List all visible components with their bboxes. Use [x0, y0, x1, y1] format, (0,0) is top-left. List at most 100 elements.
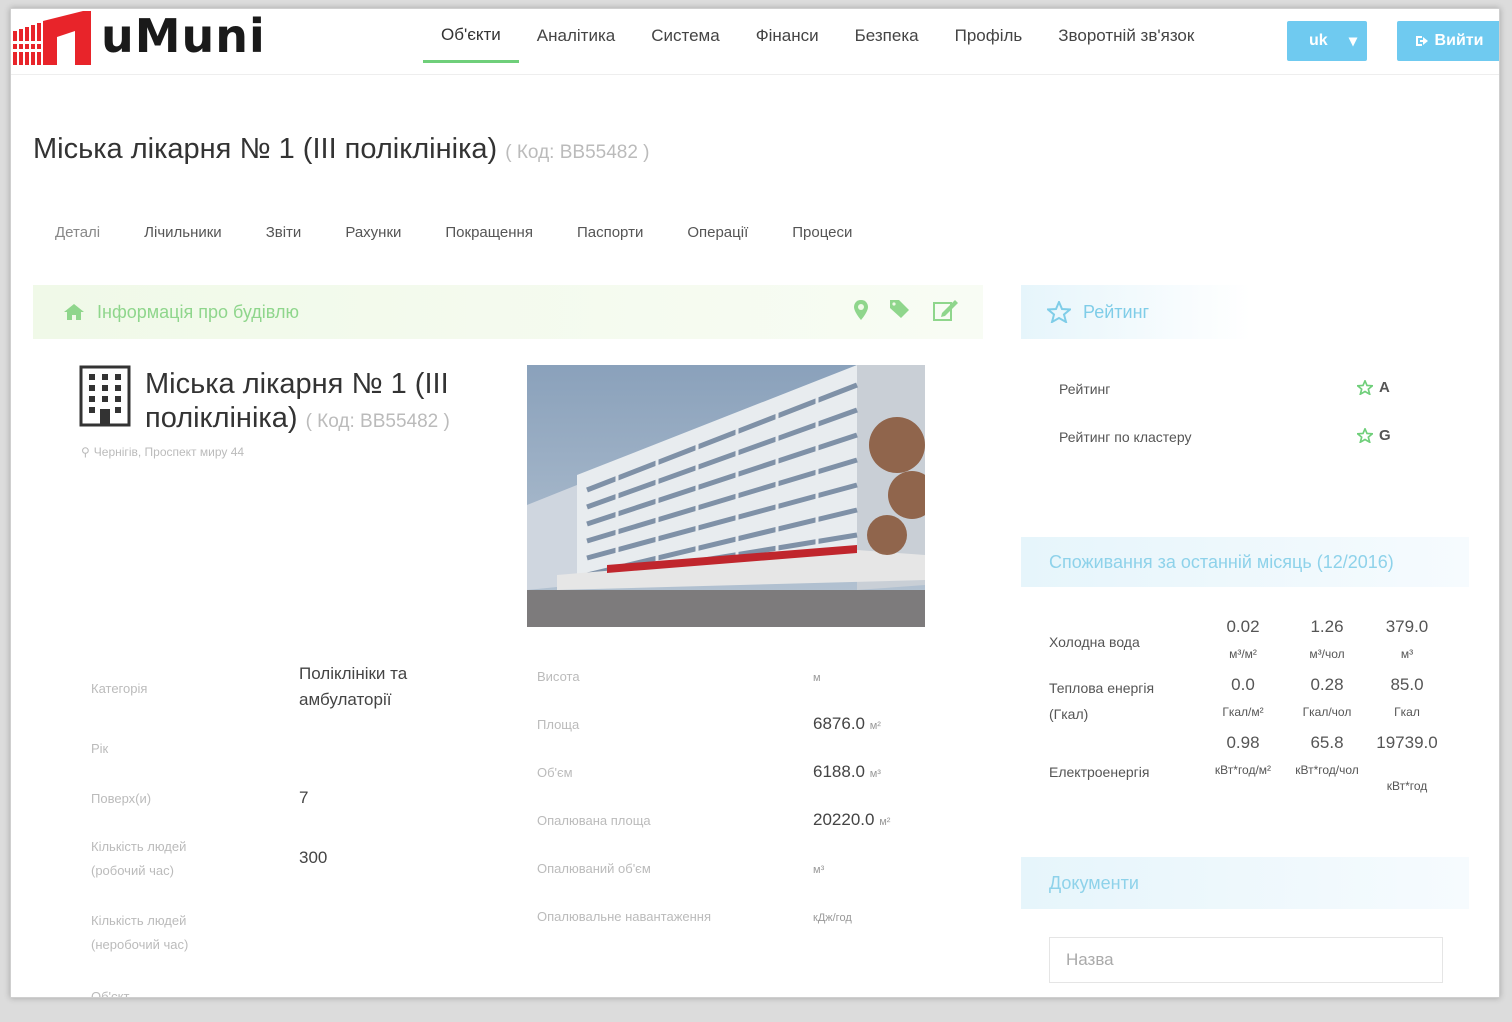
electricity-per-area: 0.98 кВт*год/м² — [1203, 729, 1283, 783]
language-label: uk — [1309, 32, 1328, 49]
rating-label: Рейтинг — [1059, 381, 1111, 397]
electricity-per-area-value: 0.98 — [1226, 733, 1260, 752]
rating-value-text: A — [1379, 379, 1390, 396]
brand-name: uMuni — [101, 9, 266, 63]
volume-value: 6188.0 — [813, 762, 865, 781]
detail-value-heated-volume: м³ — [813, 855, 824, 883]
consumption-label-electricity: Електроенергія — [1049, 764, 1150, 780]
building-name: Міська лікарня № 1 (ІІІ поліклініка) ( К… — [145, 367, 505, 439]
heated-area-value: 20220.0 — [813, 810, 875, 829]
page-title: Міська лікарня № 1 (ІІІ поліклініка) ( К… — [33, 133, 650, 166]
cold-water-per-area: 0.02 м³/м² — [1203, 613, 1283, 667]
documents-name-input[interactable] — [1049, 937, 1443, 983]
cluster-rating-value-text: G — [1379, 427, 1391, 444]
cold-water-total: 379.0 м³ — [1367, 613, 1447, 667]
cluster-rating-label: Рейтинг по кластеру — [1059, 429, 1192, 445]
heat-per-area-value: 0.0 — [1231, 675, 1255, 694]
heat-total-value: 85.0 — [1390, 675, 1424, 694]
language-dropdown[interactable]: uk ▾ — [1287, 21, 1367, 61]
page-title-text: Міська лікарня № 1 (ІІІ поліклініка) — [33, 133, 498, 165]
detail-value-floors: 7 — [299, 788, 309, 807]
tab-operations[interactable]: Операції — [665, 217, 770, 247]
cold-water-per-person-unit: м³/чол — [1309, 647, 1345, 661]
building-address-text: Чернігів, Проспект миру 44 — [93, 445, 245, 459]
heat-total-unit: Гкал — [1394, 705, 1420, 719]
heat-per-person-unit: Гкал/чол — [1302, 705, 1352, 719]
edit-icon[interactable] — [933, 299, 959, 321]
nav-item-system[interactable]: Система — [633, 9, 737, 63]
detail-label-volume: Об'єм — [537, 765, 573, 780]
documents-title: Документи — [1049, 872, 1139, 893]
caret-down-icon: ▾ — [1348, 33, 1357, 50]
consumption-label-heat: Теплова енергія (Гкал) — [1049, 680, 1155, 722]
tab-reports[interactable]: Звіти — [244, 217, 324, 247]
building-info-actions — [853, 299, 959, 321]
heating-load-unit: кДж/год — [813, 912, 852, 924]
brand-logo[interactable]: uMuni — [13, 9, 266, 67]
sign-out-icon — [1415, 36, 1428, 46]
main-nav: Об'єкти Аналітика Система Фінанси Безпек… — [423, 9, 1212, 69]
detail-label-floors: Поверх(и) — [91, 791, 152, 806]
nav-item-objects[interactable]: Об'єкти — [423, 9, 519, 63]
nav-item-analytics[interactable]: Аналітика — [519, 9, 633, 63]
heat-total: 85.0 Гкал — [1367, 671, 1447, 725]
detail-label-heated-volume: Опалюваний об'єм — [537, 861, 651, 876]
consumption-label-cold-water: Холодна вода — [1049, 634, 1140, 650]
detail-label-people-working: Кількість людей (робочий час) — [91, 839, 187, 878]
home-icon — [64, 304, 84, 320]
building-address: ⚲ Чернігів, Проспект миру 44 — [81, 445, 244, 459]
consumption-title: Споживання за останній місяць (12/2016) — [1049, 551, 1394, 572]
detail-label-object: Об'єкт — [91, 989, 130, 998]
building-icon — [79, 365, 131, 427]
logout-label: Вийти — [1434, 32, 1484, 49]
logo-mark-icon — [13, 11, 91, 65]
cold-water-total-value: 379.0 — [1385, 617, 1429, 636]
heat-per-area-unit: Гкал/м² — [1222, 705, 1264, 719]
tab-details[interactable]: Деталі — [33, 217, 122, 247]
heated-volume-unit: м³ — [813, 864, 825, 876]
logout-button[interactable]: Вийти — [1397, 21, 1499, 61]
consumption-header: Споживання за останній місяць (12/2016) — [1021, 537, 1469, 587]
tab-improvements[interactable]: Покращення — [423, 217, 555, 247]
detail-label-heating-load: Опалювальне навантаження — [537, 909, 712, 924]
tab-bills[interactable]: Рахунки — [323, 217, 423, 247]
electricity-per-area-unit: кВт*год/м² — [1214, 763, 1272, 777]
detail-value-category: Поліклініки та амбулаторії — [299, 664, 408, 709]
detail-label-category: Категорія — [91, 681, 148, 696]
electricity-per-person-unit: кВт*год/чол — [1295, 763, 1359, 777]
area-unit: м² — [869, 720, 881, 732]
tab-meters[interactable]: Лічильники — [122, 217, 244, 247]
top-navbar: uMuni Об'єкти Аналітика Система Фінанси … — [11, 9, 1499, 75]
detail-label-area: Площа — [537, 717, 580, 732]
area-value: 6876.0 — [813, 714, 865, 733]
detail-label-height: Висота — [537, 669, 580, 684]
detail-value-people-working: 300 — [299, 848, 328, 867]
rating-value: A — [1357, 379, 1390, 396]
map-marker-icon[interactable] — [853, 299, 869, 321]
nav-item-feedback[interactable]: Зворотній зв'язок — [1040, 9, 1212, 63]
electricity-total-value: 19739.0 — [1376, 733, 1438, 752]
cold-water-per-area-value: 0.02 — [1226, 617, 1260, 636]
electricity-per-person: 65.8 кВт*год/чол — [1287, 729, 1367, 783]
heated-area-unit: м² — [879, 816, 891, 828]
tags-icon[interactable] — [889, 299, 913, 319]
detail-value-heated-area: 20220.0 м² — [813, 807, 890, 835]
cluster-rating-value: G — [1357, 427, 1391, 444]
cold-water-per-person-value: 1.26 — [1310, 617, 1344, 636]
building-code: ( Код: BB55482 ) — [305, 411, 450, 432]
building-photo[interactable] — [527, 365, 925, 627]
building-info-header: Інформація про будівлю — [33, 285, 983, 339]
nav-item-profile[interactable]: Профіль — [937, 9, 1041, 63]
heat-per-area: 0.0 Гкал/м² — [1203, 671, 1283, 725]
heat-per-person: 0.28 Гкал/чол — [1287, 671, 1367, 725]
cold-water-per-person: 1.26 м³/чол — [1287, 613, 1367, 667]
nav-item-security[interactable]: Безпека — [837, 9, 937, 63]
app-window: uMuni Об'єкти Аналітика Система Фінанси … — [10, 8, 1500, 998]
height-unit: м — [813, 672, 821, 684]
cluster-rating-star-icon — [1357, 428, 1373, 443]
address-marker-icon: ⚲ — [81, 445, 90, 459]
nav-item-finance[interactable]: Фінанси — [738, 9, 837, 63]
tab-passports[interactable]: Паспорти — [555, 217, 665, 247]
cold-water-per-area-unit: м³/м² — [1229, 647, 1257, 661]
tab-processes[interactable]: Процеси — [770, 217, 874, 247]
